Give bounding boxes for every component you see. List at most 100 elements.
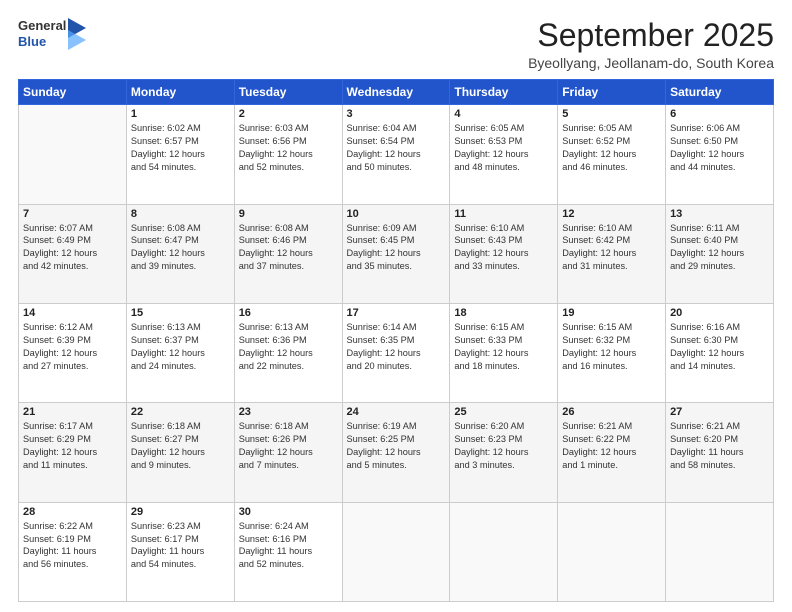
day-info: Sunrise: 6:09 AM Sunset: 6:45 PM Dayligh…: [347, 222, 446, 274]
day-number: 6: [670, 108, 769, 120]
day-info: Sunrise: 6:19 AM Sunset: 6:25 PM Dayligh…: [347, 420, 446, 472]
day-info: Sunrise: 6:18 AM Sunset: 6:26 PM Dayligh…: [239, 420, 338, 472]
day-info: Sunrise: 6:13 AM Sunset: 6:37 PM Dayligh…: [131, 321, 230, 373]
month-title: September 2025: [528, 18, 774, 53]
day-info: Sunrise: 6:08 AM Sunset: 6:46 PM Dayligh…: [239, 222, 338, 274]
day-number: 13: [670, 208, 769, 220]
calendar-cell: 14Sunrise: 6:12 AM Sunset: 6:39 PM Dayli…: [19, 303, 127, 402]
calendar-cell: 29 Sunrise: 6:23 AM Sunset: 6:17 PM Dayli…: [126, 502, 234, 601]
calendar-header-tuesday: Tuesday: [234, 80, 342, 105]
day-info: Sunrise: 6:07 AM Sunset: 6:49 PM Dayligh…: [23, 222, 122, 274]
calendar-cell: 17 Sunrise: 6:14 AM Sunset: 6:35 PM Dayli…: [342, 303, 450, 402]
calendar-cell: 7 Sunrise: 6:07 AM Sunset: 6:49 PM Daylig…: [19, 204, 127, 303]
calendar-cell: 27Sunrise: 6:21 AM Sunset: 6:20 PM Dayli…: [666, 403, 774, 502]
calendar-header-row: SundayMondayTuesdayWednesdayThursdayFrid…: [19, 80, 774, 105]
day-info: Sunrise: 6:23 AM Sunset: 6:17 PM Dayligh…: [131, 520, 230, 572]
location: Byeollyang, Jeollanam-do, South Korea: [528, 55, 774, 71]
day-info: Sunrise: 6:10 AM Sunset: 6:42 PM Dayligh…: [562, 222, 661, 274]
day-number: 30: [239, 506, 338, 518]
calendar-cell: 22 Sunrise: 6:18 AM Sunset: 6:27 PM Dayli…: [126, 403, 234, 502]
calendar-week-row: 7 Sunrise: 6:07 AM Sunset: 6:49 PM Daylig…: [19, 204, 774, 303]
day-number: 21: [23, 406, 122, 418]
day-number: 16: [239, 307, 338, 319]
calendar-header-friday: Friday: [558, 80, 666, 105]
day-info: Sunrise: 6:06 AM Sunset: 6:50 PM Dayligh…: [670, 122, 769, 174]
calendar-cell: 25 Sunrise: 6:20 AM Sunset: 6:23 PM Dayli…: [450, 403, 558, 502]
day-info: Sunrise: 6:14 AM Sunset: 6:35 PM Dayligh…: [347, 321, 446, 373]
calendar-cell: 12 Sunrise: 6:10 AM Sunset: 6:42 PM Dayli…: [558, 204, 666, 303]
day-info: Sunrise: 6:18 AM Sunset: 6:27 PM Dayligh…: [131, 420, 230, 472]
day-number: 15: [131, 307, 230, 319]
day-info: Sunrise: 6:17 AM Sunset: 6:29 PM Dayligh…: [23, 420, 122, 472]
day-info: Sunrise: 6:08 AM Sunset: 6:47 PM Dayligh…: [131, 222, 230, 274]
calendar-cell: 2Sunrise: 6:03 AM Sunset: 6:56 PM Daylig…: [234, 105, 342, 204]
calendar-cell: 9Sunrise: 6:08 AM Sunset: 6:46 PM Daylig…: [234, 204, 342, 303]
day-number: 4: [454, 108, 553, 120]
calendar-cell: 24Sunrise: 6:19 AM Sunset: 6:25 PM Dayli…: [342, 403, 450, 502]
day-info: Sunrise: 6:10 AM Sunset: 6:43 PM Dayligh…: [454, 222, 553, 274]
logo-text: General Blue: [18, 18, 66, 49]
day-info: Sunrise: 6:21 AM Sunset: 6:22 PM Dayligh…: [562, 420, 661, 472]
calendar-cell: 18Sunrise: 6:15 AM Sunset: 6:33 PM Dayli…: [450, 303, 558, 402]
day-info: Sunrise: 6:05 AM Sunset: 6:53 PM Dayligh…: [454, 122, 553, 174]
calendar-cell: 3Sunrise: 6:04 AM Sunset: 6:54 PM Daylig…: [342, 105, 450, 204]
calendar-cell: 11Sunrise: 6:10 AM Sunset: 6:43 PM Dayli…: [450, 204, 558, 303]
logo-blue: Blue: [18, 34, 66, 50]
day-info: Sunrise: 6:21 AM Sunset: 6:20 PM Dayligh…: [670, 420, 769, 472]
day-number: 12: [562, 208, 661, 220]
calendar-cell: 6 Sunrise: 6:06 AM Sunset: 6:50 PM Daylig…: [666, 105, 774, 204]
calendar-header-monday: Monday: [126, 80, 234, 105]
header: General Blue September 2025 Byeollyang, …: [18, 18, 774, 71]
calendar-cell: 21 Sunrise: 6:17 AM Sunset: 6:29 PM Dayli…: [19, 403, 127, 502]
day-number: 14: [23, 307, 122, 319]
calendar-cell: 4 Sunrise: 6:05 AM Sunset: 6:53 PM Daylig…: [450, 105, 558, 204]
day-number: 10: [347, 208, 446, 220]
day-info: Sunrise: 6:15 AM Sunset: 6:32 PM Dayligh…: [562, 321, 661, 373]
day-info: Sunrise: 6:03 AM Sunset: 6:56 PM Dayligh…: [239, 122, 338, 174]
day-number: 7: [23, 208, 122, 220]
day-info: Sunrise: 6:02 AM Sunset: 6:57 PM Dayligh…: [131, 122, 230, 174]
calendar-cell: 16 Sunrise: 6:13 AM Sunset: 6:36 PM Dayli…: [234, 303, 342, 402]
day-number: 5: [562, 108, 661, 120]
calendar-header-thursday: Thursday: [450, 80, 558, 105]
day-info: Sunrise: 6:16 AM Sunset: 6:30 PM Dayligh…: [670, 321, 769, 373]
day-number: 26: [562, 406, 661, 418]
day-number: 29: [131, 506, 230, 518]
day-info: Sunrise: 6:24 AM Sunset: 6:16 PM Dayligh…: [239, 520, 338, 572]
day-number: 28: [23, 506, 122, 518]
calendar-cell: [342, 502, 450, 601]
day-number: 19: [562, 307, 661, 319]
day-info: Sunrise: 6:20 AM Sunset: 6:23 PM Dayligh…: [454, 420, 553, 472]
logo: General Blue: [18, 18, 86, 50]
calendar-header-saturday: Saturday: [666, 80, 774, 105]
day-number: 20: [670, 307, 769, 319]
calendar-cell: [450, 502, 558, 601]
calendar-week-row: 21 Sunrise: 6:17 AM Sunset: 6:29 PM Dayli…: [19, 403, 774, 502]
calendar-cell: [19, 105, 127, 204]
day-number: 25: [454, 406, 553, 418]
day-info: Sunrise: 6:11 AM Sunset: 6:40 PM Dayligh…: [670, 222, 769, 274]
calendar-header-wednesday: Wednesday: [342, 80, 450, 105]
day-number: 18: [454, 307, 553, 319]
day-number: 1: [131, 108, 230, 120]
calendar-week-row: 1 Sunrise: 6:02 AM Sunset: 6:57 PM Daylig…: [19, 105, 774, 204]
calendar-cell: 28Sunrise: 6:22 AM Sunset: 6:19 PM Dayli…: [19, 502, 127, 601]
day-number: 8: [131, 208, 230, 220]
calendar-cell: 20 Sunrise: 6:16 AM Sunset: 6:30 PM Dayli…: [666, 303, 774, 402]
calendar-cell: 30 Sunrise: 6:24 AM Sunset: 6:16 PM Dayli…: [234, 502, 342, 601]
title-block: September 2025 Byeollyang, Jeollanam-do,…: [528, 18, 774, 71]
page: General Blue September 2025 Byeollyang, …: [0, 0, 792, 612]
calendar-cell: 10 Sunrise: 6:09 AM Sunset: 6:45 PM Dayli…: [342, 204, 450, 303]
calendar-week-row: 14Sunrise: 6:12 AM Sunset: 6:39 PM Dayli…: [19, 303, 774, 402]
calendar-cell: 13 Sunrise: 6:11 AM Sunset: 6:40 PM Dayli…: [666, 204, 774, 303]
calendar-cell: 15 Sunrise: 6:13 AM Sunset: 6:37 PM Dayli…: [126, 303, 234, 402]
day-number: 22: [131, 406, 230, 418]
day-number: 17: [347, 307, 446, 319]
calendar-cell: 23 Sunrise: 6:18 AM Sunset: 6:26 PM Dayli…: [234, 403, 342, 502]
calendar-cell: 1 Sunrise: 6:02 AM Sunset: 6:57 PM Daylig…: [126, 105, 234, 204]
day-number: 3: [347, 108, 446, 120]
day-info: Sunrise: 6:13 AM Sunset: 6:36 PM Dayligh…: [239, 321, 338, 373]
day-number: 23: [239, 406, 338, 418]
calendar-cell: 26 Sunrise: 6:21 AM Sunset: 6:22 PM Dayli…: [558, 403, 666, 502]
day-info: Sunrise: 6:05 AM Sunset: 6:52 PM Dayligh…: [562, 122, 661, 174]
